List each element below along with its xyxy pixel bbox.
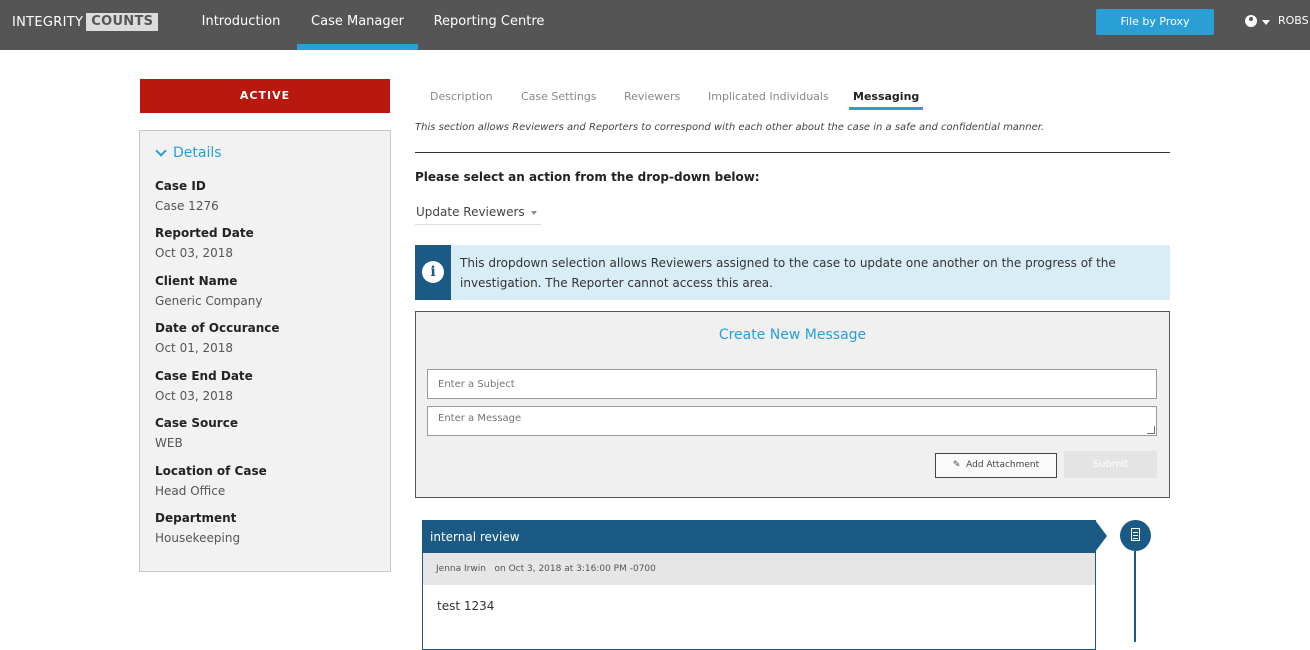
detail-label: Date of Occurance bbox=[155, 321, 280, 335]
user-account-icon[interactable] bbox=[1245, 15, 1257, 27]
chevron-down-icon[interactable] bbox=[1262, 20, 1270, 25]
detail-label: Department bbox=[155, 511, 237, 525]
timeline-line bbox=[1134, 551, 1136, 642]
action-dropdown[interactable]: Update Reviewers bbox=[415, 205, 541, 225]
detail-value: Generic Company bbox=[155, 294, 263, 308]
detail-label: Location of Case bbox=[155, 464, 267, 478]
detail-label: Case Source bbox=[155, 416, 238, 430]
info-text: This dropdown selection allows Reviewers… bbox=[460, 256, 1116, 290]
tab-case-settings[interactable]: Case Settings bbox=[521, 90, 597, 110]
chevron-down-icon bbox=[155, 145, 167, 157]
message-timestamp: on Oct 3, 2018 at 3:16:00 PM -0700 bbox=[494, 564, 656, 574]
logo[interactable]: INTEGRITY COUNTS bbox=[12, 13, 159, 31]
detail-date-of-occurance: Date of Occurance Oct 01, 2018 bbox=[155, 321, 385, 355]
timeline-marker bbox=[1120, 520, 1151, 551]
details-toggle[interactable]: Details bbox=[155, 145, 222, 161]
paperclip-icon: ✎ bbox=[952, 460, 961, 470]
submit-button[interactable]: Submit bbox=[1064, 451, 1157, 478]
nav-reporting-centre[interactable]: Reporting Centre bbox=[420, 0, 558, 50]
message-pointer bbox=[1095, 520, 1107, 552]
user-name[interactable]: ROBS bbox=[1278, 14, 1309, 27]
document-icon bbox=[1131, 528, 1140, 541]
logo-text-secondary: COUNTS bbox=[86, 13, 159, 31]
logo-text-primary: INTEGRITY bbox=[12, 14, 84, 30]
message-input[interactable] bbox=[427, 406, 1157, 436]
detail-value: Housekeeping bbox=[155, 531, 241, 545]
detail-reported-date: Reported Date Oct 03, 2018 bbox=[155, 226, 385, 260]
nav-introduction[interactable]: Introduction bbox=[186, 0, 296, 50]
add-attachment-label: Add Attachment bbox=[966, 460, 1040, 470]
case-status-badge: ACTIVE bbox=[140, 79, 390, 113]
detail-value: Oct 03, 2018 bbox=[155, 389, 233, 403]
detail-client-name: Client Name Generic Company bbox=[155, 274, 385, 308]
add-attachment-button[interactable]: ✎ Add Attachment bbox=[935, 453, 1057, 478]
resize-handle-icon[interactable] bbox=[1147, 426, 1155, 434]
messaging-intro: This section allows Reviewers and Report… bbox=[415, 122, 1045, 133]
detail-value: WEB bbox=[155, 436, 183, 450]
detail-label: Reported Date bbox=[155, 226, 254, 240]
detail-label: Client Name bbox=[155, 274, 238, 288]
info-alert: i This dropdown selection allows Reviewe… bbox=[415, 245, 1170, 300]
detail-department: Department Housekeeping bbox=[155, 511, 385, 545]
message-meta: Jenna Irwin on Oct 3, 2018 at 3:16:00 PM… bbox=[423, 553, 1095, 585]
nav-case-manager[interactable]: Case Manager bbox=[297, 0, 418, 50]
message-subject: internal review bbox=[423, 521, 1095, 553]
info-icon: i bbox=[422, 261, 444, 283]
create-message-title: Create New Message bbox=[718, 327, 867, 343]
detail-location-of-case: Location of Case Head Office bbox=[155, 464, 385, 498]
info-icon-box: i bbox=[415, 245, 451, 300]
divider bbox=[415, 152, 1170, 153]
detail-value: Oct 01, 2018 bbox=[155, 341, 233, 355]
detail-case-source: Case Source WEB bbox=[155, 416, 385, 450]
detail-case-end-date: Case End Date Oct 03, 2018 bbox=[155, 369, 385, 403]
message-body: test 1234 bbox=[437, 599, 495, 613]
detail-value: Case 1276 bbox=[155, 199, 219, 213]
action-prompt: Please select an action from the drop-do… bbox=[415, 170, 760, 184]
create-message-panel: Create New Message ✎ Add Attachment Subm… bbox=[415, 311, 1170, 498]
subject-input[interactable] bbox=[427, 369, 1157, 399]
detail-case-id: Case ID Case 1276 bbox=[155, 179, 385, 213]
file-by-proxy-button[interactable]: File by Proxy bbox=[1096, 9, 1214, 35]
detail-value: Oct 03, 2018 bbox=[155, 246, 233, 260]
detail-value: Head Office bbox=[155, 484, 226, 498]
tab-implicated-individuals[interactable]: Implicated Individuals bbox=[708, 90, 829, 110]
tab-description[interactable]: Description bbox=[430, 90, 493, 110]
dropdown-selected-value: Update Reviewers bbox=[416, 205, 525, 219]
message-author: Jenna Irwin bbox=[436, 564, 486, 574]
details-heading: Details bbox=[173, 145, 222, 161]
tab-reviewers[interactable]: Reviewers bbox=[624, 90, 680, 110]
top-navbar: INTEGRITY COUNTS Introduction Case Manag… bbox=[0, 0, 1310, 50]
caret-down-icon bbox=[530, 210, 537, 215]
detail-label: Case ID bbox=[155, 179, 206, 193]
message-card: internal review Jenna Irwin on Oct 3, 20… bbox=[422, 520, 1096, 650]
details-panel: Details Case ID Case 1276 Reported Date … bbox=[139, 130, 391, 572]
detail-label: Case End Date bbox=[155, 369, 253, 383]
tab-messaging[interactable]: Messaging bbox=[849, 90, 924, 110]
